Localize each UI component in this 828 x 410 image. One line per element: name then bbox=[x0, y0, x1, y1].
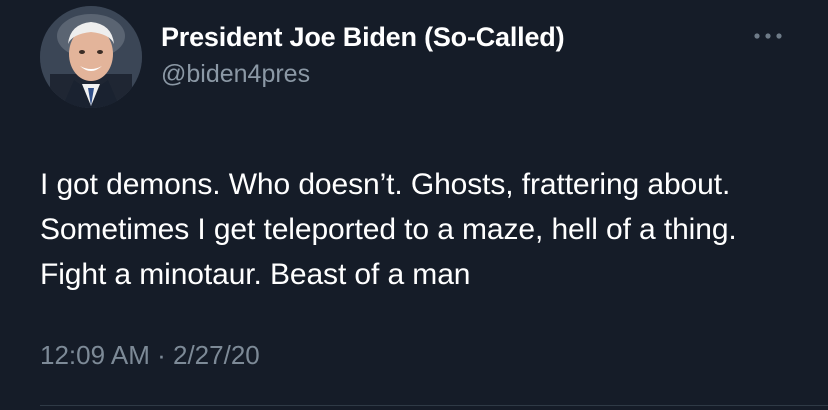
meta-separator: · bbox=[157, 340, 166, 370]
author-display-name[interactable]: President Joe Biden (So-Called) bbox=[161, 22, 565, 53]
tweet-time: 12:09 AM bbox=[40, 340, 150, 370]
divider bbox=[40, 405, 828, 406]
more-horizontal-icon bbox=[754, 33, 782, 39]
tweet-body-text: I got demons. Who doesn’t. Ghosts, fratt… bbox=[40, 168, 737, 291]
tweet-card: President Joe Biden (So-Called) @biden4p… bbox=[0, 0, 828, 410]
avatar[interactable] bbox=[40, 6, 142, 108]
more-options-button[interactable] bbox=[748, 26, 788, 46]
profile-photo-icon bbox=[40, 6, 142, 108]
author-handle[interactable]: @biden4pres bbox=[161, 60, 310, 89]
tweet-timestamp[interactable]: 12:09 AM · 2/27/20 bbox=[40, 340, 260, 371]
tweet-date: 2/27/20 bbox=[173, 340, 260, 370]
